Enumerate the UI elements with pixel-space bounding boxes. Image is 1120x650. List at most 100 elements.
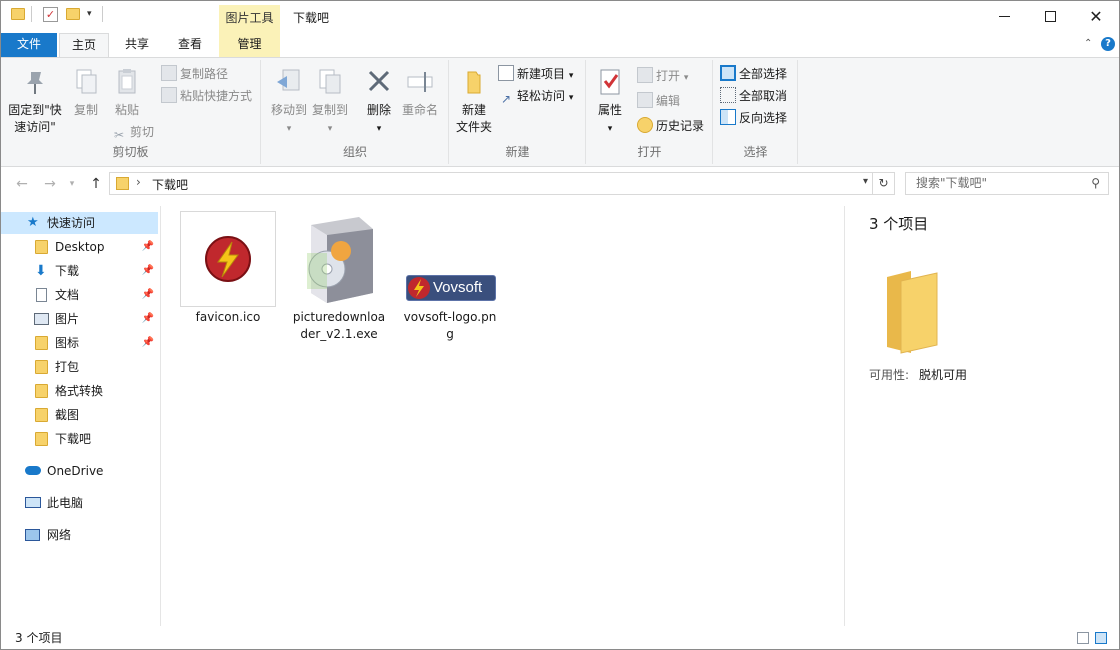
computer-icon bbox=[25, 497, 41, 508]
open-label: 打开 bbox=[656, 69, 680, 83]
paste-shortcut-label: 粘贴快捷方式 bbox=[180, 89, 252, 103]
tab-share[interactable]: 共享 bbox=[113, 33, 161, 57]
help-icon[interactable]: ? bbox=[1101, 37, 1115, 51]
move-to-button[interactable]: 移动到▾ bbox=[266, 66, 312, 138]
new-item-button[interactable]: 新建项目 ▾ bbox=[498, 64, 573, 84]
tab-file[interactable]: 文件 bbox=[1, 33, 57, 57]
select-none-button[interactable]: 全部取消 bbox=[720, 86, 787, 106]
folder-icon bbox=[35, 336, 48, 350]
search-input[interactable]: 搜索"下载吧" ⚲ bbox=[905, 172, 1109, 195]
close-button[interactable]: ✕ bbox=[1073, 1, 1119, 31]
cut-button[interactable]: ✂剪切 bbox=[111, 122, 154, 142]
clipboard-group-label: 剪切板 bbox=[1, 143, 260, 160]
pin-icon: 📌 bbox=[142, 236, 154, 258]
new-item-label: 新建项目 bbox=[517, 67, 565, 81]
back-arrow-icon[interactable]: ← bbox=[13, 175, 31, 193]
sidebar-item-format-convert[interactable]: 格式转换 bbox=[1, 380, 158, 402]
maximize-button[interactable] bbox=[1027, 1, 1073, 31]
tab-view[interactable]: 查看 bbox=[166, 33, 214, 57]
forward-arrow-icon[interactable]: → bbox=[41, 175, 59, 193]
file-item[interactable]: picturedownloa der_v2.1.exe bbox=[289, 211, 389, 343]
sidebar-item-label: 此电脑 bbox=[47, 492, 83, 514]
file-item[interactable]: favicon.ico bbox=[179, 211, 277, 326]
navigation-pane: ★ 快速访问 Desktop📌 ⬇下载📌 文档📌 图片📌 图标📌 打包 格式转换… bbox=[1, 206, 159, 626]
organize-group: 移动到▾ 复制到▾ 删除▾ 重命名 组织 bbox=[262, 60, 449, 164]
copy-path-button[interactable]: 复制路径 bbox=[161, 64, 228, 84]
copy-to-icon bbox=[314, 66, 346, 98]
delete-icon bbox=[363, 66, 395, 98]
new-folder-qa-icon[interactable] bbox=[66, 8, 80, 20]
divider bbox=[102, 6, 103, 22]
scissors-icon: ✂ bbox=[111, 127, 127, 143]
move-to-icon bbox=[273, 66, 305, 98]
refresh-icon[interactable]: ↻ bbox=[872, 173, 894, 194]
properties-qa-icon[interactable]: ✓ bbox=[43, 7, 58, 22]
open-group-label: 打开 bbox=[587, 143, 712, 160]
chevron-down-icon: ▾ bbox=[287, 124, 292, 134]
sidebar-item-downloads[interactable]: ⬇下载📌 bbox=[1, 260, 158, 282]
history-icon bbox=[637, 117, 653, 133]
recent-chevron-icon[interactable]: ▾ bbox=[63, 175, 81, 193]
invert-selection-button[interactable]: 反向选择 bbox=[720, 108, 787, 128]
sidebar-item-desktop[interactable]: Desktop📌 bbox=[1, 236, 158, 258]
paste-shortcut-button[interactable]: 粘贴快捷方式 bbox=[161, 86, 252, 106]
copy-to-label: 复制到 bbox=[312, 103, 348, 117]
sidebar-item-onedrive[interactable]: OneDrive bbox=[1, 460, 158, 482]
address-row: ← → ▾ ↑ › 下载吧 ▾ ↻ 搜索"下载吧" ⚲ bbox=[1, 168, 1119, 200]
paste-label: 粘贴 bbox=[115, 103, 139, 117]
sidebar-item-label: 截图 bbox=[55, 404, 79, 426]
copy-button[interactable]: 复制 bbox=[67, 66, 105, 119]
folder-icon bbox=[11, 8, 25, 20]
large-icons-view-icon[interactable] bbox=[1095, 632, 1107, 644]
sidebar-item-label: 打包 bbox=[55, 356, 79, 378]
details-item-count: 3 个项目 bbox=[869, 213, 928, 234]
vovsoft-logo-icon bbox=[202, 233, 254, 285]
pane-divider bbox=[160, 206, 161, 626]
address-bar[interactable]: › 下载吧 ▾ ↻ bbox=[109, 172, 895, 195]
edit-button[interactable]: 编辑 bbox=[637, 91, 680, 111]
up-arrow-icon[interactable]: ↑ bbox=[87, 175, 105, 193]
pin-label-2: 速访问" bbox=[14, 120, 56, 134]
breadcrumb[interactable]: 下载吧 bbox=[152, 176, 188, 193]
properties-button[interactable]: 属性▾ bbox=[593, 66, 627, 138]
sidebar-item-package[interactable]: 打包 bbox=[1, 356, 158, 378]
address-history-chevron-icon[interactable]: ▾ bbox=[863, 176, 868, 187]
installer-box-icon bbox=[297, 213, 381, 305]
sidebar-item-quick-access[interactable]: ★ 快速访问 bbox=[1, 212, 158, 234]
copy-label: 复制 bbox=[74, 103, 98, 117]
copy-to-button[interactable]: 复制到▾ bbox=[308, 66, 352, 138]
document-icon bbox=[36, 288, 47, 302]
delete-button[interactable]: 删除▾ bbox=[362, 66, 396, 138]
easy-access-button[interactable]: ↗轻松访问 ▾ bbox=[498, 86, 573, 106]
sidebar-item-icons[interactable]: 图标📌 bbox=[1, 332, 158, 354]
sidebar-item-this-pc[interactable]: 此电脑 bbox=[1, 492, 158, 514]
chevron-down-icon: ▾ bbox=[377, 124, 382, 134]
file-name: vovsoft-logo.pn bbox=[399, 309, 501, 326]
sidebar-item-xiazaiba[interactable]: 下载吧 bbox=[1, 428, 158, 450]
open-button[interactable]: 打开 ▾ bbox=[637, 66, 688, 86]
tab-manage[interactable]: 管理 bbox=[219, 33, 280, 57]
properties-icon bbox=[594, 66, 626, 98]
pin-quick-access-button[interactable]: 固定到"快 速访问" bbox=[5, 66, 65, 136]
folder-icon bbox=[35, 384, 48, 398]
sidebar-item-network[interactable]: 网络 bbox=[1, 524, 158, 546]
select-none-label: 全部取消 bbox=[739, 89, 787, 103]
collapse-ribbon-icon[interactable]: ⌃ bbox=[1084, 38, 1092, 49]
file-item[interactable]: Vovsoft vovsoft-logo.pn g bbox=[399, 211, 501, 343]
details-view-icon[interactable] bbox=[1077, 632, 1089, 644]
select-all-button[interactable]: 全部选择 bbox=[720, 64, 787, 84]
new-folder-button[interactable]: 新建文件夹 bbox=[454, 66, 494, 136]
history-button[interactable]: 历史记录 bbox=[637, 116, 704, 136]
paste-button[interactable]: 粘贴 bbox=[107, 66, 147, 119]
minimize-button[interactable] bbox=[981, 1, 1027, 31]
chevron-down-icon: ▾ bbox=[569, 93, 574, 103]
sidebar-item-pictures[interactable]: 图片📌 bbox=[1, 308, 158, 330]
organize-group-label: 组织 bbox=[262, 143, 448, 160]
sidebar-item-documents[interactable]: 文档📌 bbox=[1, 284, 158, 306]
customize-qa-chevron-icon[interactable]: ▾ bbox=[87, 9, 92, 19]
open-icon bbox=[637, 67, 653, 83]
easy-access-icon: ↗ bbox=[498, 91, 514, 107]
rename-button[interactable]: 重命名 bbox=[398, 66, 442, 119]
sidebar-item-screenshots[interactable]: 截图 bbox=[1, 404, 158, 426]
tab-home[interactable]: 主页 bbox=[59, 33, 109, 58]
